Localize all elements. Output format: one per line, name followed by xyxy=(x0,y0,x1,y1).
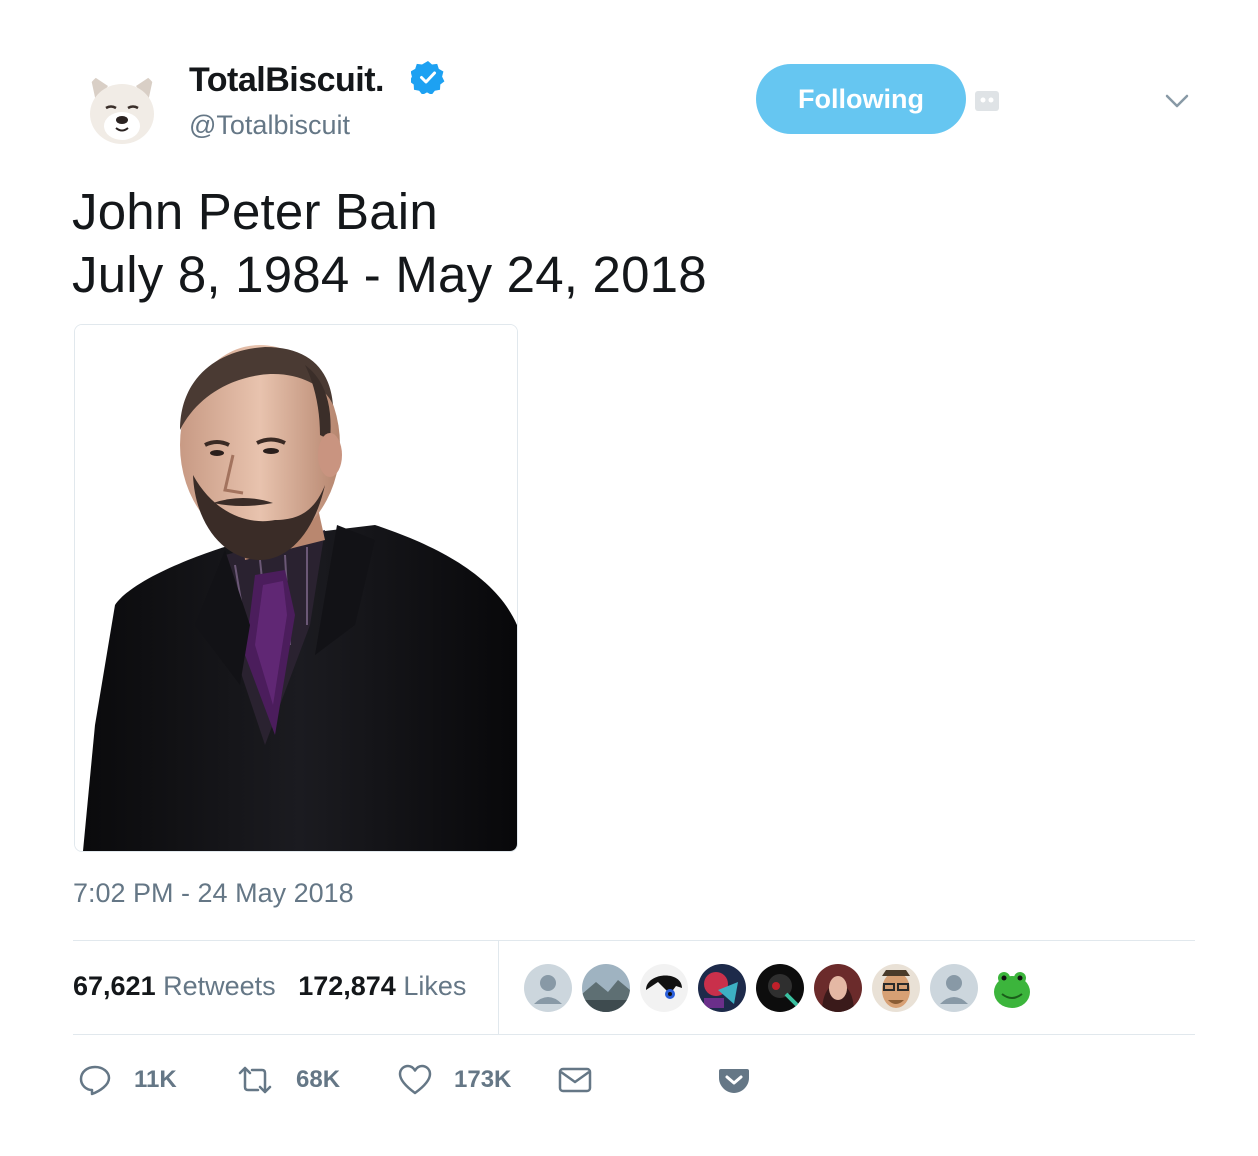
reply-count: 11K xyxy=(134,1066,177,1093)
liker-avatar[interactable] xyxy=(930,964,978,1012)
likes-count: 172,874 xyxy=(298,971,396,1001)
retweets-stat[interactable]: 67,621 Retweets xyxy=(73,971,276,1001)
retweets-count: 67,621 xyxy=(73,971,156,1001)
liker-avatar[interactable] xyxy=(640,964,688,1012)
verified-badge-icon xyxy=(409,60,445,95)
retweet-icon xyxy=(238,1066,272,1094)
retweets-label: Retweets xyxy=(163,971,276,1001)
tweet-stats: 67,621 Retweets 172,874 Likes xyxy=(73,968,466,1004)
chevron-down-icon[interactable] xyxy=(1162,86,1192,116)
divider xyxy=(73,940,1195,941)
like-count: 173K xyxy=(454,1066,512,1093)
tweet-photo[interactable] xyxy=(74,324,518,852)
pocket-icon xyxy=(719,1069,749,1093)
liker-avatar[interactable] xyxy=(756,964,804,1012)
liker-avatar[interactable] xyxy=(524,964,572,1012)
like-action[interactable]: 173K xyxy=(398,1062,511,1098)
liker-avatar[interactable] xyxy=(872,964,920,1012)
divider xyxy=(498,941,499,1034)
liker-avatar[interactable] xyxy=(814,964,862,1012)
reply-icon xyxy=(79,1065,111,1096)
reply-action[interactable]: 11K xyxy=(78,1062,177,1098)
bot-face-icon xyxy=(974,88,1000,114)
following-button[interactable]: Following xyxy=(756,64,966,134)
retweet-count: 68K xyxy=(296,1066,341,1093)
tweet-text: John Peter Bain July 8, 1984 - May 24, 2… xyxy=(72,180,707,306)
retweet-action[interactable]: 68K xyxy=(236,1062,340,1098)
envelope-icon xyxy=(558,1067,592,1093)
liker-avatar[interactable] xyxy=(988,964,1036,1012)
likes-stat[interactable]: 172,874 Likes xyxy=(298,971,466,1001)
tweet-timestamp[interactable]: 7:02 PM - 24 May 2018 xyxy=(73,878,354,909)
tweet-text-line: John Peter Bain xyxy=(72,183,438,240)
display-name[interactable]: TotalBiscuit. xyxy=(189,58,385,102)
liker-avatar[interactable] xyxy=(698,964,746,1012)
heart-icon xyxy=(398,1064,432,1095)
liker-avatar[interactable] xyxy=(582,964,630,1012)
pocket-action[interactable] xyxy=(718,1062,750,1098)
divider xyxy=(73,1034,1195,1035)
user-handle[interactable]: @Totalbiscuit xyxy=(189,108,350,142)
tweet-text-line: July 8, 1984 - May 24, 2018 xyxy=(72,246,707,303)
direct-message-action[interactable] xyxy=(558,1062,592,1098)
profile-avatar[interactable] xyxy=(82,68,162,148)
likes-label: Likes xyxy=(403,971,467,1001)
